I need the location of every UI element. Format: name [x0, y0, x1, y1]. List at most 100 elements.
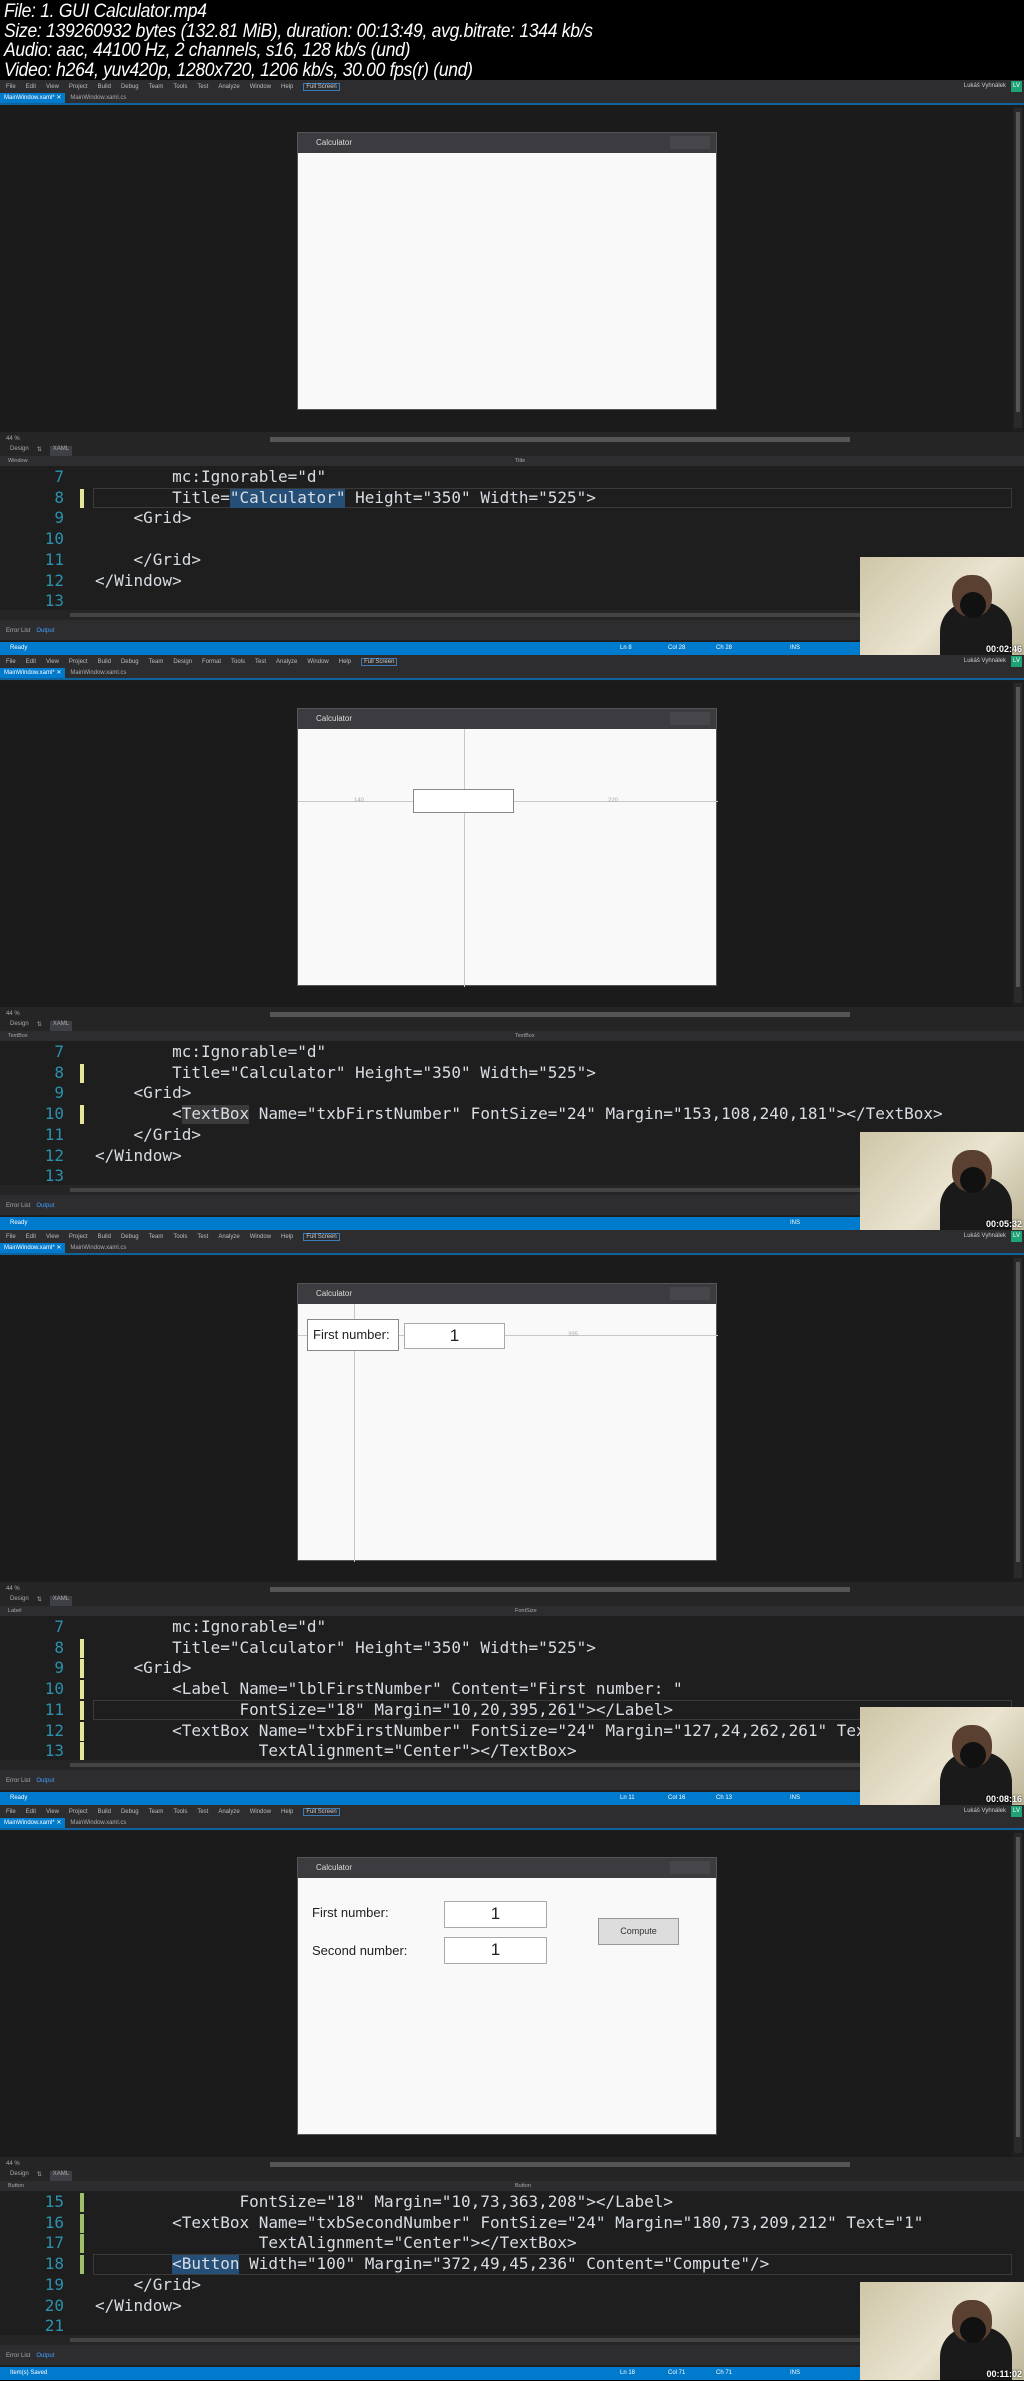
code-line[interactable]: 7 mc:Ignorable="d" [0, 1042, 1012, 1063]
menu-item-test[interactable]: Test [197, 1809, 208, 1815]
menu-item-file[interactable]: File [6, 84, 16, 90]
menu-item-test[interactable]: Test [197, 1234, 208, 1240]
close-icon[interactable]: ✕ [56, 670, 61, 676]
code-line[interactable]: 16 <TextBox Name="txbSecondNumber" FontS… [0, 2213, 1012, 2234]
menu-item-debug[interactable]: Debug [121, 659, 139, 665]
first-number-textbox[interactable]: 1 [404, 1323, 505, 1349]
menu-item-window[interactable]: Window [250, 84, 271, 90]
menu-item-help[interactable]: Help [281, 1234, 293, 1240]
zoom-level[interactable]: 44 % [6, 1586, 20, 1592]
menu-item-edit[interactable]: Edit [26, 1234, 36, 1240]
tab-mainwindow-xaml[interactable]: MainWindow.xaml* ✕ [0, 668, 66, 678]
tab-error-list[interactable]: Error List [6, 1203, 30, 1215]
menu-item-file[interactable]: File [6, 1234, 16, 1240]
menu-item-view[interactable]: View [46, 659, 59, 665]
first-number-textbox[interactable]: 1 [444, 1901, 547, 1928]
tab-mainwindow-xaml[interactable]: MainWindow.xaml* ✕ [0, 1818, 66, 1828]
tab-error-list[interactable]: Error List [6, 1778, 30, 1790]
breadcrumb-element[interactable]: TextBox [8, 1033, 28, 1039]
tab-output[interactable]: Output [36, 1778, 54, 1790]
code-line[interactable]: 9 <Grid> [0, 508, 1012, 529]
tab-xaml[interactable]: XAML [49, 446, 73, 456]
menu-item-build[interactable]: Build [98, 84, 111, 90]
tab-xaml[interactable]: XAML [49, 2171, 73, 2181]
scroll-thumb[interactable] [1016, 1262, 1020, 1562]
code-line[interactable]: 7 mc:Ignorable="d" [0, 1617, 1012, 1638]
full-screen-button[interactable]: Full Screen [303, 1232, 340, 1241]
swap-panes-icon[interactable]: ⇅ [37, 1021, 42, 1031]
vertical-scrollbar[interactable] [1014, 108, 1022, 428]
menu-item-project[interactable]: Project [69, 659, 88, 665]
close-icon[interactable]: ✕ [56, 95, 61, 101]
tab-design[interactable]: Design [10, 1021, 29, 1031]
code-line[interactable]: 8 Title="Calculator" Height="350" Width=… [0, 1638, 1012, 1659]
menu-item-view[interactable]: View [46, 84, 59, 90]
close-icon[interactable]: ✕ [56, 1245, 61, 1251]
horizontal-scrollbar[interactable] [270, 437, 850, 442]
scroll-thumb[interactable] [1016, 1837, 1020, 2137]
code-line[interactable]: 7 mc:Ignorable="d" [0, 467, 1012, 488]
tab-mainwindow-xaml-cs[interactable]: MainWindow.xaml.cs [65, 1245, 131, 1251]
breadcrumb-property[interactable]: FontSize [515, 1606, 537, 1616]
code-line[interactable]: 10 [0, 529, 1012, 550]
menu-item-window[interactable]: Window [307, 659, 328, 665]
zoom-level[interactable]: 44 % [6, 2161, 20, 2167]
tab-error-list[interactable]: Error List [6, 628, 30, 640]
menu-item-help[interactable]: Help [281, 84, 293, 90]
scroll-thumb[interactable] [70, 2338, 970, 2342]
full-screen-button[interactable]: Full Screen [303, 1807, 340, 1816]
menu-item-format[interactable]: Format [202, 659, 221, 665]
menu-item-edit[interactable]: Edit [26, 84, 36, 90]
tab-mainwindow-xaml-cs[interactable]: MainWindow.xaml.cs [65, 670, 131, 676]
breadcrumb-property[interactable]: Button [515, 2181, 531, 2191]
tab-design[interactable]: Design [10, 446, 29, 456]
menu-item-project[interactable]: Project [69, 1809, 88, 1815]
menu-item-edit[interactable]: Edit [26, 659, 36, 665]
code-line[interactable]: 8 Title="Calculator" Height="350" Width=… [0, 487, 1012, 509]
menu-item-build[interactable]: Build [98, 659, 111, 665]
menu-item-build[interactable]: Build [98, 1809, 111, 1815]
menu-item-window[interactable]: Window [250, 1809, 271, 1815]
code-line[interactable]: 15 FontSize="18" Margin="10,73,363,208">… [0, 2192, 1012, 2213]
tab-error-list[interactable]: Error List [6, 2353, 30, 2365]
swap-panes-icon[interactable]: ⇅ [37, 2171, 42, 2181]
full-screen-button[interactable]: Full Screen [303, 82, 340, 91]
menu-item-analyze[interactable]: Analyze [218, 1234, 239, 1240]
avatar[interactable]: LV [1011, 81, 1022, 92]
first-number-label[interactable]: First number: [307, 1319, 399, 1351]
tab-mainwindow-xaml-cs[interactable]: MainWindow.xaml.cs [65, 1820, 131, 1826]
breadcrumb-element[interactable]: Window [8, 458, 28, 464]
avatar[interactable]: LV [1011, 1231, 1022, 1242]
menu-item-edit[interactable]: Edit [26, 1809, 36, 1815]
avatar[interactable]: LV [1011, 1806, 1022, 1817]
full-screen-button[interactable]: Full Screen [361, 657, 398, 666]
scroll-thumb[interactable] [70, 613, 970, 617]
menu-item-tools[interactable]: Tools [173, 84, 187, 90]
menu-item-analyze[interactable]: Analyze [218, 1809, 239, 1815]
close-icon[interactable]: ✕ [56, 1820, 61, 1826]
breadcrumb-element[interactable]: Label [8, 1608, 21, 1614]
user-name[interactable]: Lukáš Vyhnálek [964, 1808, 1006, 1814]
scroll-thumb[interactable] [70, 1188, 970, 1192]
menu-item-tools[interactable]: Tools [231, 659, 245, 665]
menu-item-project[interactable]: Project [69, 84, 88, 90]
tab-output[interactable]: Output [36, 2353, 54, 2365]
tab-xaml[interactable]: XAML [49, 1596, 73, 1606]
scroll-thumb[interactable] [1016, 112, 1020, 412]
code-line[interactable]: 10 <Label Name="lblFirstNumber" Content=… [0, 1679, 1012, 1700]
user-name[interactable]: Lukáš Vyhnálek [964, 1233, 1006, 1239]
scroll-thumb[interactable] [70, 1763, 970, 1767]
tab-design[interactable]: Design [10, 1596, 29, 1606]
horizontal-scrollbar[interactable] [270, 2162, 850, 2167]
menu-item-tools[interactable]: Tools [173, 1234, 187, 1240]
avatar[interactable]: LV [1011, 656, 1022, 667]
user-name[interactable]: Lukáš Vyhnálek [964, 658, 1006, 664]
breadcrumb-property[interactable]: Title [515, 456, 525, 466]
menu-item-team[interactable]: Team [149, 1809, 164, 1815]
code-line[interactable]: 10 <TextBox Name="txbFirstNumber" FontSi… [0, 1104, 1012, 1125]
menu-item-project[interactable]: Project [69, 1234, 88, 1240]
swap-panes-icon[interactable]: ⇅ [37, 446, 42, 456]
horizontal-scrollbar[interactable] [270, 1012, 850, 1017]
user-name[interactable]: Lukáš Vyhnálek [964, 83, 1006, 89]
code-line[interactable]: 8 Title="Calculator" Height="350" Width=… [0, 1063, 1012, 1084]
